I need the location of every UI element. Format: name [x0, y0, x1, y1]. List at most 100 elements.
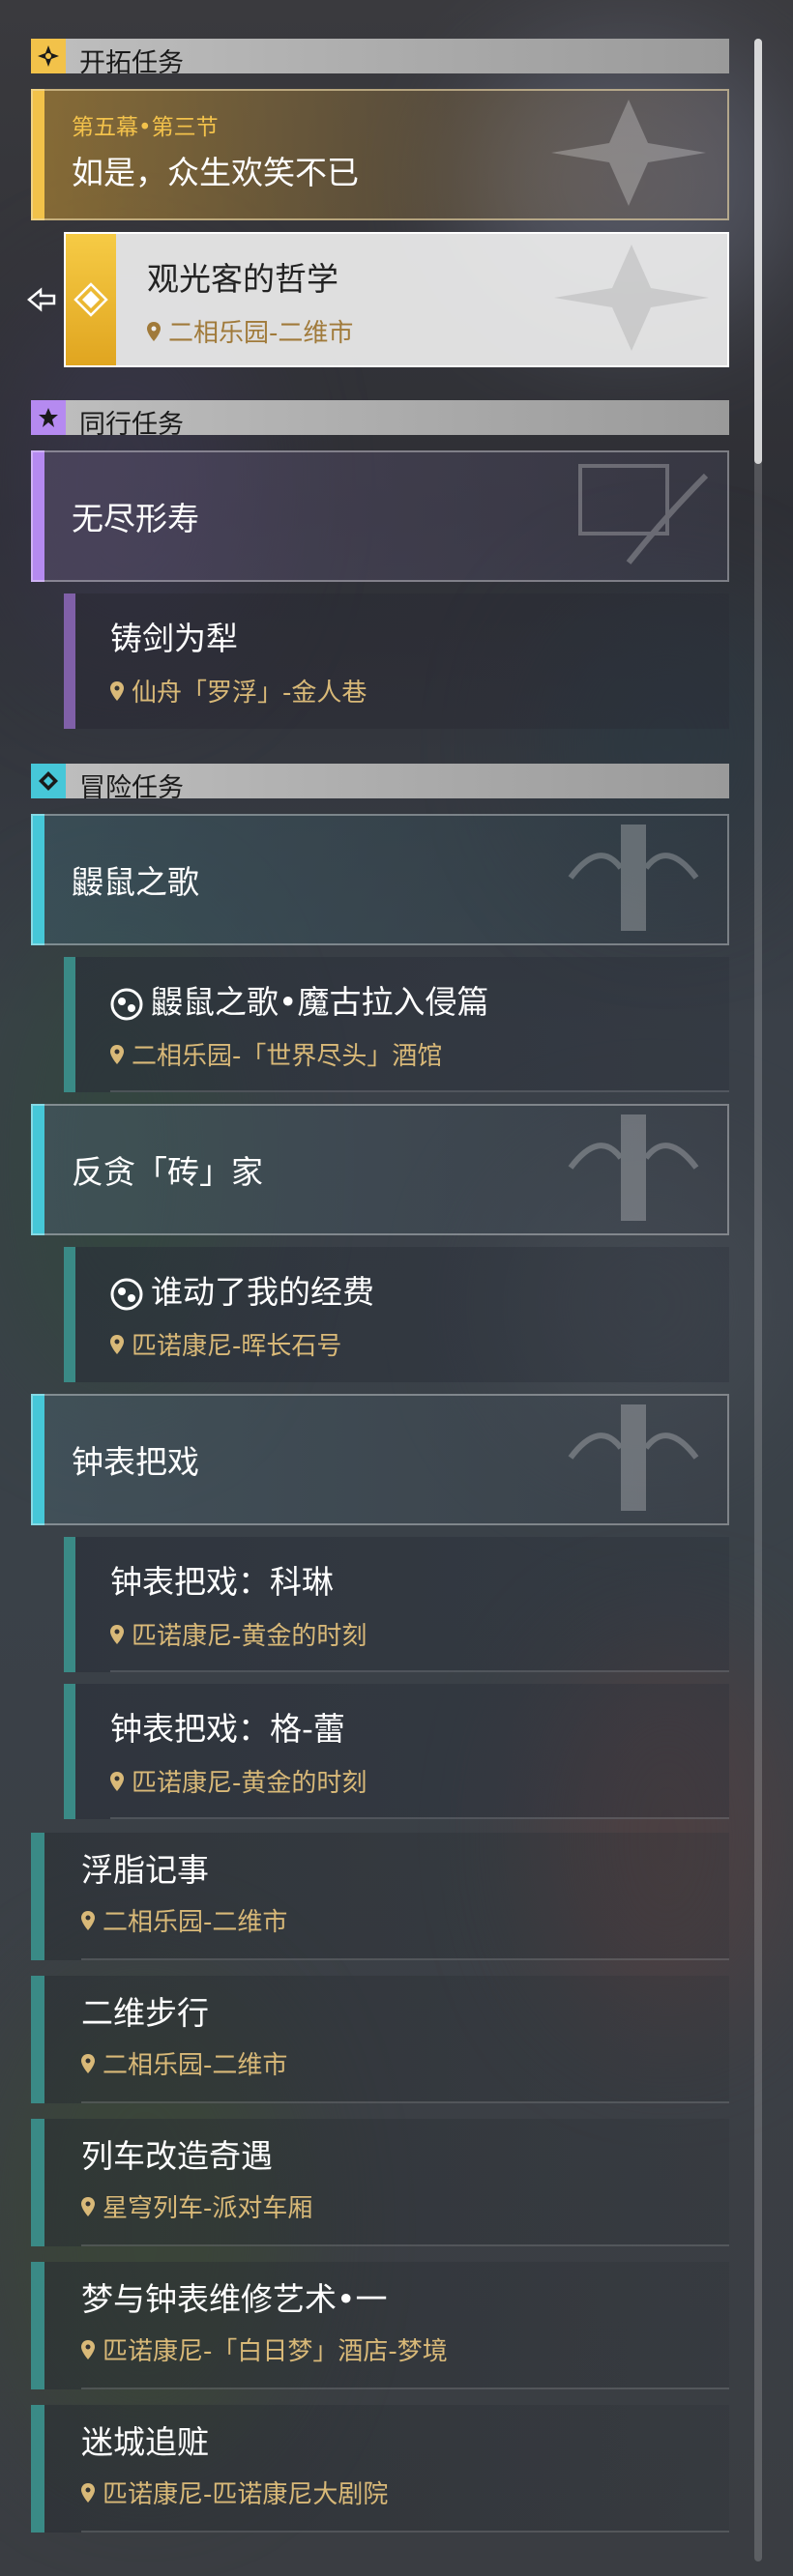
- mission-accent-bar: [64, 593, 75, 729]
- location-pin-icon: [110, 1334, 124, 1354]
- mission-trailblaze-sub[interactable]: 观光客的哲学 二相乐园-二维市: [64, 232, 729, 367]
- mission-accent-bar: [31, 2262, 44, 2389]
- divider: [110, 1817, 729, 1819]
- divider: [81, 2101, 729, 2103]
- mission-adventure-sub[interactable]: 钟表把戏：科琳 匹诺康尼-黄金的时刻: [64, 1537, 729, 1672]
- mission-title: 迷城追赃: [81, 2423, 209, 2461]
- section-title: 冒险任务: [79, 773, 184, 803]
- trailblaze-emblem-icon: [66, 234, 116, 365]
- mission-title: 钟表把戏: [72, 1443, 199, 1481]
- mission-adventure-sub[interactable]: 钟表把戏：格-蕾 匹诺康尼-黄金的时刻: [64, 1684, 729, 1819]
- mission-title-text: 谁动了我的经费: [151, 1273, 374, 1311]
- mission-list-item[interactable]: 迷城追赃 匹诺康尼-匹诺康尼大剧院: [31, 2405, 729, 2533]
- section-header-adventure: 冒险任务: [31, 764, 729, 803]
- mission-companion-main[interactable]: 无尽形寿: [31, 450, 729, 582]
- mission-title: 钟表把戏：格-蕾: [110, 1710, 345, 1748]
- mission-title: 谁动了我的经费: [110, 1266, 374, 1313]
- divider: [81, 2531, 729, 2533]
- location-text: 二相乐园-二维市: [103, 2051, 288, 2080]
- mission-list-item[interactable]: 列车改造奇遇 星穹列车-派对车厢: [31, 2119, 729, 2246]
- location-text: 仙舟「罗浮」-金人巷: [132, 679, 367, 708]
- location-text: 匹诺康尼-黄金的时刻: [132, 1769, 367, 1798]
- mission-trailblaze-main[interactable]: 第五幕•第三节 如是，众生欢笑不已: [31, 89, 729, 220]
- mission-location: 二相乐园-「世界尽头」酒馆: [110, 1036, 442, 1072]
- location-text: 二相乐园-二维市: [168, 319, 354, 348]
- location-text: 二相乐园-「世界尽头」酒馆: [132, 1042, 443, 1071]
- mission-title: 无尽形寿: [72, 500, 199, 537]
- mission-adventure-sub[interactable]: 谁动了我的经费 匹诺康尼-晖长石号: [64, 1247, 729, 1382]
- mission-title: 二维步行: [81, 1994, 209, 2032]
- trailblaze-emblem-watermark-icon: [554, 245, 709, 351]
- trailblaze-emblem-icon: [31, 39, 66, 73]
- location-pin-icon: [110, 680, 124, 701]
- star-icon: [31, 400, 66, 435]
- mission-location: 二相乐园-二维市: [81, 1902, 287, 1938]
- mission-list-item[interactable]: 浮脂记事 二相乐园-二维市: [31, 1833, 729, 1960]
- mission-title: 钟表把戏：科琳: [110, 1563, 334, 1601]
- mission-companion-sub[interactable]: 铸剑为犁 仙舟「罗浮」-金人巷: [64, 593, 729, 729]
- divider: [81, 2388, 729, 2389]
- event-puzzle-icon: [110, 988, 143, 1020]
- mission-location: 匹诺康尼-晖长石号: [110, 1326, 341, 1362]
- mission-title: 铸剑为犁: [110, 620, 238, 657]
- location-pin-icon: [147, 321, 161, 341]
- location-text: 星穹列车-派对车厢: [103, 2194, 313, 2223]
- mission-list-item[interactable]: 二维步行 二相乐园-二维市: [31, 1976, 729, 2103]
- mission-accent-bar: [31, 1833, 44, 1960]
- location-text: 匹诺康尼-黄金的时刻: [132, 1622, 367, 1651]
- mission-title: 鼹鼠之歌: [72, 863, 199, 901]
- diamond-icon: [31, 764, 66, 798]
- location-pin-icon: [110, 1044, 124, 1064]
- mission-title: 观光客的哲学: [147, 260, 338, 298]
- mission-accent-bar: [31, 1976, 44, 2103]
- section-header-trailblaze: 开拓任务: [31, 39, 729, 78]
- location-pin-icon: [81, 2482, 95, 2503]
- scrollbar[interactable]: [754, 39, 762, 2562]
- location-text: 匹诺康尼-「白日梦」酒店-梦境: [103, 2337, 448, 2366]
- mission-title: 如是，众生欢笑不已: [72, 154, 359, 191]
- location-pin-icon: [110, 1624, 124, 1644]
- mission-accent-bar: [64, 957, 75, 1092]
- mission-location: 二相乐园-二维市: [81, 2045, 287, 2081]
- mission-location: 匹诺康尼-「白日梦」酒店-梦境: [81, 2331, 448, 2367]
- mission-location: 星穹列车-派对车厢: [81, 2188, 312, 2224]
- location-pin-icon: [81, 2339, 95, 2359]
- mission-title: 反贪「砖」家: [72, 1153, 263, 1191]
- section-title: 开拓任务: [79, 48, 184, 78]
- mission-title: 浮脂记事: [81, 1851, 209, 1889]
- mission-title-text: 鼹鼠之歌•魔古拉入侵篇: [151, 983, 489, 1021]
- mission-accent-bar: [31, 2119, 44, 2246]
- mission-accent-bar: [64, 1247, 75, 1382]
- section-header-companion: 同行任务: [31, 400, 729, 440]
- mission-adventure-main[interactable]: 反贪「砖」家: [31, 1104, 729, 1235]
- mission-list-item[interactable]: 梦与钟表维修艺术•一 匹诺康尼-「白日梦」酒店-梦境: [31, 2262, 729, 2389]
- mission-adventure-main[interactable]: 钟表把戏: [31, 1394, 729, 1525]
- event-puzzle-icon: [110, 1278, 143, 1310]
- mission-title: 鼹鼠之歌•魔古拉入侵篇: [110, 976, 488, 1023]
- mission-location: 二相乐园-二维市: [147, 313, 353, 349]
- divider: [81, 1958, 729, 1960]
- mission-location: 匹诺康尼-匹诺康尼大剧院: [81, 2475, 388, 2510]
- divider: [110, 1090, 729, 1092]
- mission-location: 匹诺康尼-黄金的时刻: [110, 1616, 367, 1652]
- section-title: 同行任务: [79, 410, 184, 440]
- location-text: 二相乐园-二维市: [103, 1908, 288, 1937]
- mission-accent-bar: [64, 1537, 75, 1672]
- mission-adventure-main[interactable]: 鼹鼠之歌: [31, 814, 729, 945]
- location-text: 匹诺康尼-匹诺康尼大剧院: [103, 2480, 389, 2509]
- divider: [110, 1670, 729, 1672]
- mission-location: 匹诺康尼-黄金的时刻: [110, 1763, 367, 1799]
- location-pin-icon: [81, 1910, 95, 1930]
- mission-accent-bar: [64, 1684, 75, 1819]
- location-text: 匹诺康尼-晖长石号: [132, 1332, 342, 1361]
- location-pin-icon: [81, 2196, 95, 2216]
- mission-title: 列车改造奇遇: [81, 2137, 273, 2175]
- mission-title: 梦与钟表维修艺术•一: [81, 2280, 388, 2318]
- location-pin-icon: [81, 2053, 95, 2073]
- location-pin-icon: [110, 1771, 124, 1791]
- mission-location: 仙舟「罗浮」-金人巷: [110, 673, 367, 709]
- tracking-arrow-icon: [25, 282, 60, 321]
- scrollbar-thumb[interactable]: [754, 39, 762, 464]
- mission-adventure-sub[interactable]: 鼹鼠之歌•魔古拉入侵篇 二相乐园-「世界尽头」酒馆: [64, 957, 729, 1092]
- mission-accent-bar: [31, 2405, 44, 2533]
